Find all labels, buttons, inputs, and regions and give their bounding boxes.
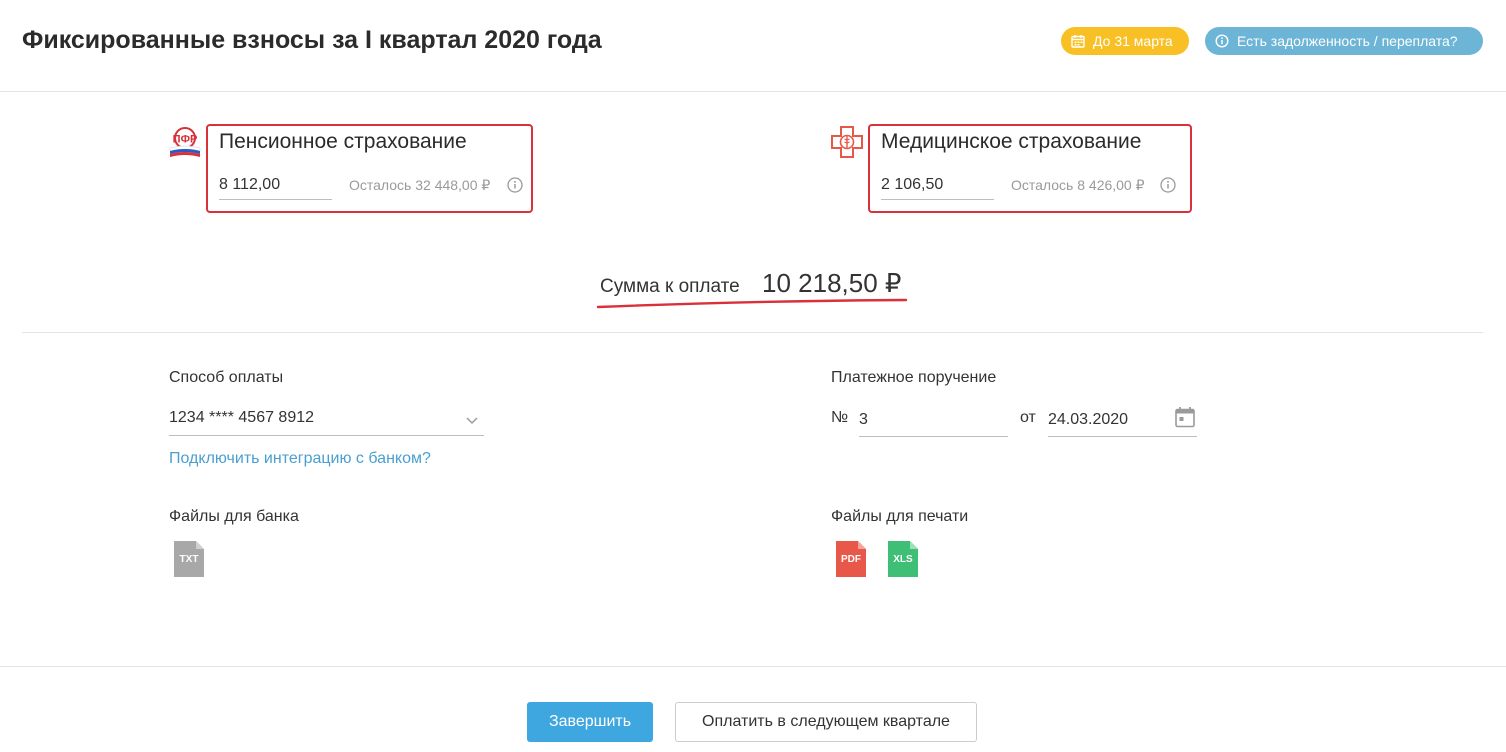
page-title: Фиксированные взносы за I квартал 2020 г… bbox=[22, 26, 602, 54]
medical-title: Медицинское страхование bbox=[881, 130, 1142, 153]
txt-file-icon[interactable]: TXT bbox=[173, 540, 205, 578]
order-date-prefix: от bbox=[1020, 409, 1036, 426]
sum-value: 10 218,50 ₽ bbox=[762, 268, 902, 298]
bank-files-label: Файлы для банка bbox=[169, 508, 299, 525]
pdf-file-label: PDF bbox=[841, 554, 861, 565]
section-divider bbox=[22, 332, 1483, 333]
svg-text:ПФР: ПФР bbox=[173, 134, 198, 146]
pdf-file-icon[interactable]: PDF bbox=[835, 540, 867, 578]
pfr-logo-icon: ПФР bbox=[168, 126, 202, 160]
pay-next-quarter-button[interactable]: Оплатить в следующем квартале bbox=[675, 702, 977, 742]
deadline-badge: До 31 марта bbox=[1061, 27, 1189, 55]
order-number-prefix: № bbox=[831, 409, 849, 426]
pension-remaining: Осталось 32 448,00 ₽ bbox=[349, 177, 491, 193]
footer-divider bbox=[0, 666, 1506, 667]
medical-info-icon[interactable] bbox=[1160, 177, 1176, 193]
pension-info-icon[interactable] bbox=[507, 177, 523, 193]
payment-method-value: 1234 **** 4567 8912 bbox=[169, 409, 315, 426]
print-files-label: Файлы для печати bbox=[831, 508, 969, 525]
info-icon bbox=[1215, 34, 1229, 48]
xls-file-label: XLS bbox=[893, 554, 913, 565]
payment-method-label: Способ оплаты bbox=[169, 369, 284, 386]
payment-order-label: Платежное поручение bbox=[831, 369, 997, 386]
debt-overpayment-label: Есть задолженность / переплата? bbox=[1237, 33, 1458, 49]
sum-label: Сумма к оплате bbox=[600, 276, 740, 297]
calendar-icon[interactable] bbox=[1174, 406, 1196, 433]
xls-file-icon[interactable]: XLS bbox=[887, 540, 919, 578]
txt-file-label: TXT bbox=[179, 554, 199, 565]
medical-remaining: Осталось 8 426,00 ₽ bbox=[1011, 177, 1145, 193]
bank-integration-link[interactable]: Подключить интеграцию с банком? bbox=[169, 450, 431, 468]
order-number-input[interactable] bbox=[859, 403, 1008, 437]
sum-red-underline bbox=[596, 298, 908, 309]
chevron-down-icon bbox=[466, 412, 478, 430]
finish-button[interactable]: Завершить bbox=[527, 702, 653, 742]
payment-method-select[interactable]: 1234 **** 4567 8912 bbox=[169, 398, 484, 436]
header-divider bbox=[0, 91, 1506, 92]
payment-method-underline bbox=[169, 435, 484, 436]
debt-overpayment-button[interactable]: Есть задолженность / переплата? bbox=[1205, 27, 1483, 55]
deadline-badge-label: До 31 марта bbox=[1093, 33, 1173, 49]
medical-amount-input[interactable] bbox=[881, 171, 994, 200]
medical-cross-icon bbox=[830, 125, 864, 159]
calendar-icon bbox=[1071, 34, 1085, 48]
pension-title: Пенсионное страхование bbox=[219, 130, 467, 153]
pension-amount-input[interactable] bbox=[219, 171, 332, 200]
